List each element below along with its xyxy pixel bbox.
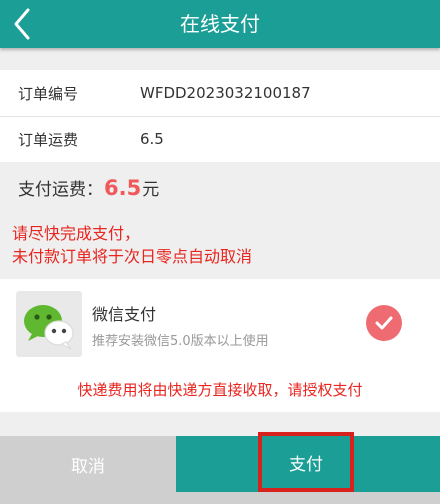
top-bar: 在线支付 [0, 0, 440, 48]
order-info-card: 订单编号 WFDD2023032100187 订单运费 6.5 [0, 70, 440, 162]
pay-button[interactable]: 支付 [258, 432, 354, 492]
pay-button-area: 支付 [176, 432, 440, 492]
warning-line-1: 请尽快完成支付， [12, 224, 141, 243]
order-number-value: WFDD2023032100187 [140, 84, 311, 102]
check-icon[interactable] [366, 305, 402, 341]
payment-fee-label: 支付运费： [18, 180, 103, 200]
payment-method-wechat[interactable]: 微信支付 推荐安装微信5.0版本以上使用 [0, 279, 440, 367]
payment-fee-amount: 6.5 [104, 176, 142, 200]
order-fee-label: 订单运费 [18, 130, 79, 149]
payment-method-desc: 推荐安装微信5.0版本以上使用 [92, 334, 269, 349]
bottom-strip [0, 492, 440, 504]
wechat-icon [16, 291, 82, 357]
authorization-notice: 快递费用将由快递方直接收取，请授权支付 [0, 367, 440, 412]
payment-fee: 支付运费： 6.5 元 [18, 175, 159, 205]
warning-line-2: 未付款订单将于次日零点自动取消 [12, 247, 253, 266]
page-title: 在线支付 [180, 12, 260, 36]
order-fee-value: 6.5 [140, 130, 164, 148]
cancel-button[interactable]: 取消 [0, 436, 176, 492]
payment-warning: 请尽快完成支付， 未付款订单将于次日零点自动取消 [12, 222, 432, 268]
order-number-row: 订单编号 WFDD2023032100187 [0, 70, 440, 116]
bottom-action-bar: 取消 支付 [0, 432, 440, 504]
order-number-label: 订单编号 [18, 84, 79, 103]
order-fee-row: 订单运费 6.5 [0, 116, 440, 162]
payment-method-name: 微信支付 [92, 305, 157, 324]
payment-fee-unit: 元 [142, 180, 160, 200]
